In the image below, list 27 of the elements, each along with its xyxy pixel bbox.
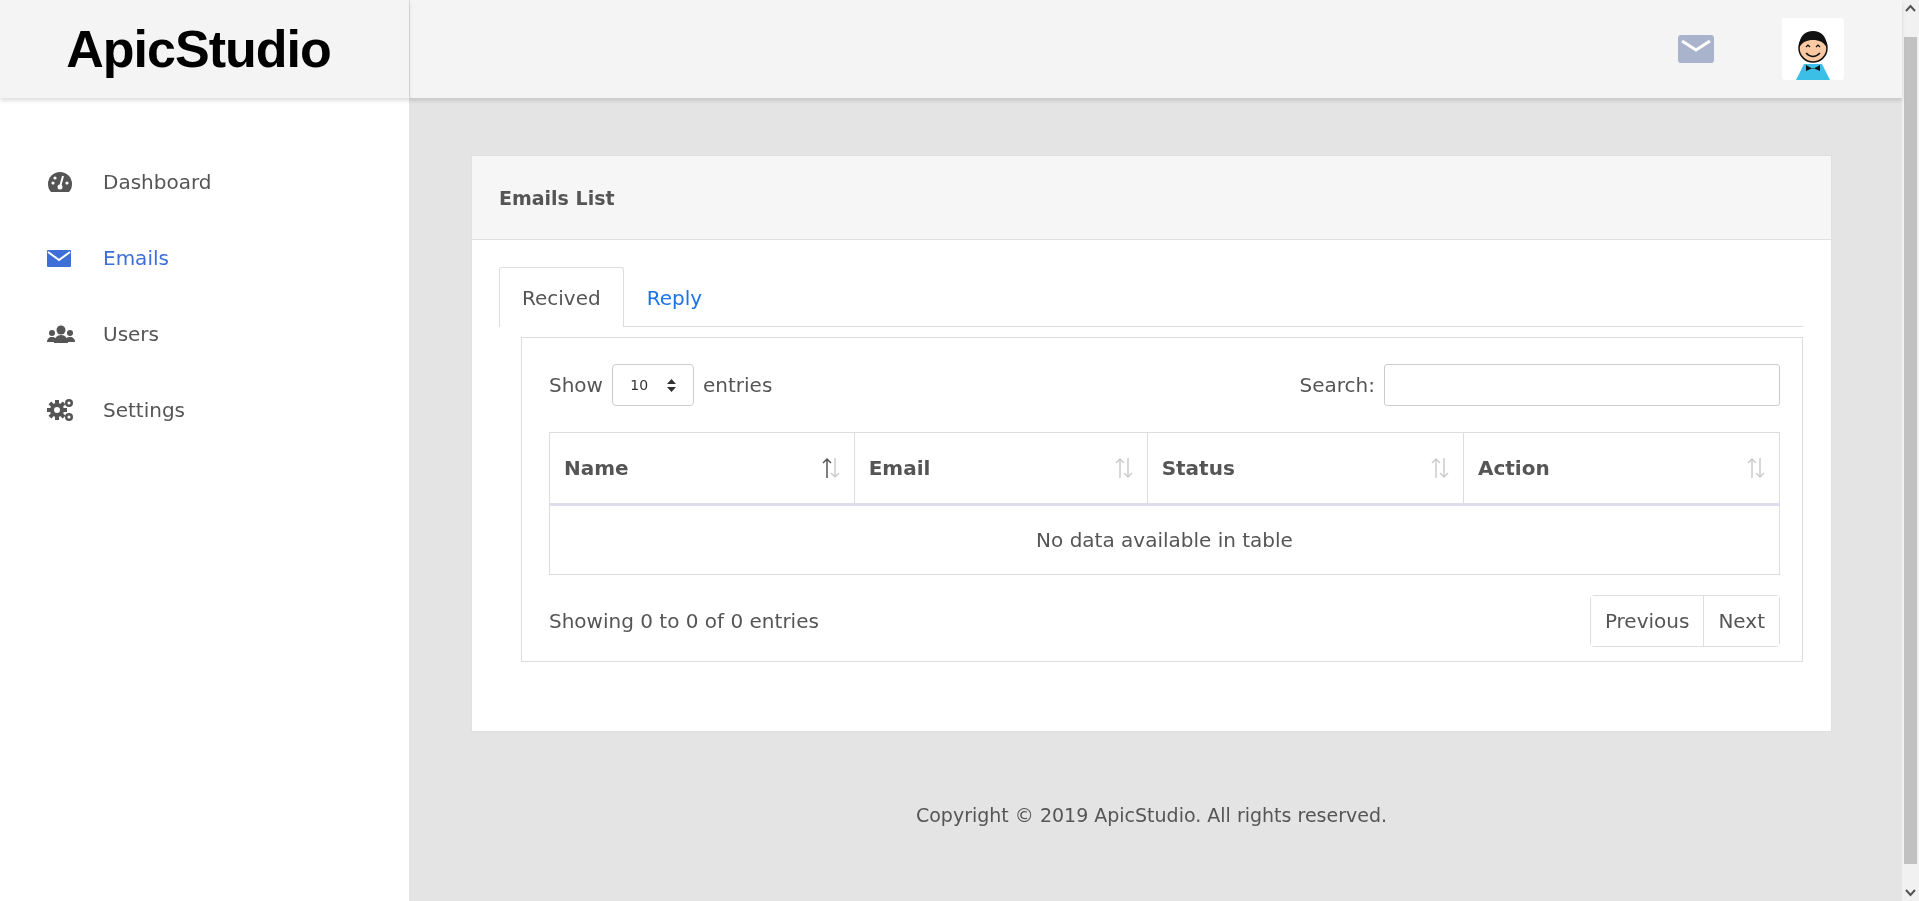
search-field[interactable] (1384, 364, 1780, 406)
spinner-icon (666, 378, 676, 392)
gears-icon (47, 398, 75, 422)
users-icon (47, 325, 75, 343)
entries-label: entries (702, 373, 773, 397)
tab[interactable]: Reply (623, 267, 726, 327)
entries-info: Showing 0 to 0 of 0 entries (549, 609, 819, 633)
sidebar-item[interactable]: Settings (0, 394, 409, 426)
sidebar-item[interactable]: Emails (0, 242, 409, 274)
avatar-drawing[interactable] (1782, 18, 1844, 80)
column-header[interactable]: Action (1463, 432, 1780, 505)
pagination-button[interactable]: Next (1703, 596, 1779, 646)
column-header[interactable]: Name (549, 432, 855, 505)
column-header[interactable]: Email (854, 432, 1148, 505)
empty-table-message: No data available in table (549, 504, 1780, 575)
entries-select[interactable]: 10 (611, 364, 694, 406)
scrollbar-thumb[interactable] (1904, 37, 1917, 864)
dashboard-icon (47, 171, 73, 193)
card-title: Emails List (499, 186, 615, 209)
sidebar-item[interactable]: Users (0, 318, 409, 350)
show-label: Show (549, 373, 603, 397)
tab[interactable]: Recived (499, 267, 624, 327)
sidebar-item[interactable]: Dashboard (0, 166, 409, 198)
envelope-icon (47, 249, 71, 267)
copyright-text: Copyright © 2019 ApicStudio. All rights reserved. (915, 804, 1388, 826)
column-header[interactable]: Status (1147, 432, 1464, 505)
search-label: Search: (1299, 373, 1375, 397)
